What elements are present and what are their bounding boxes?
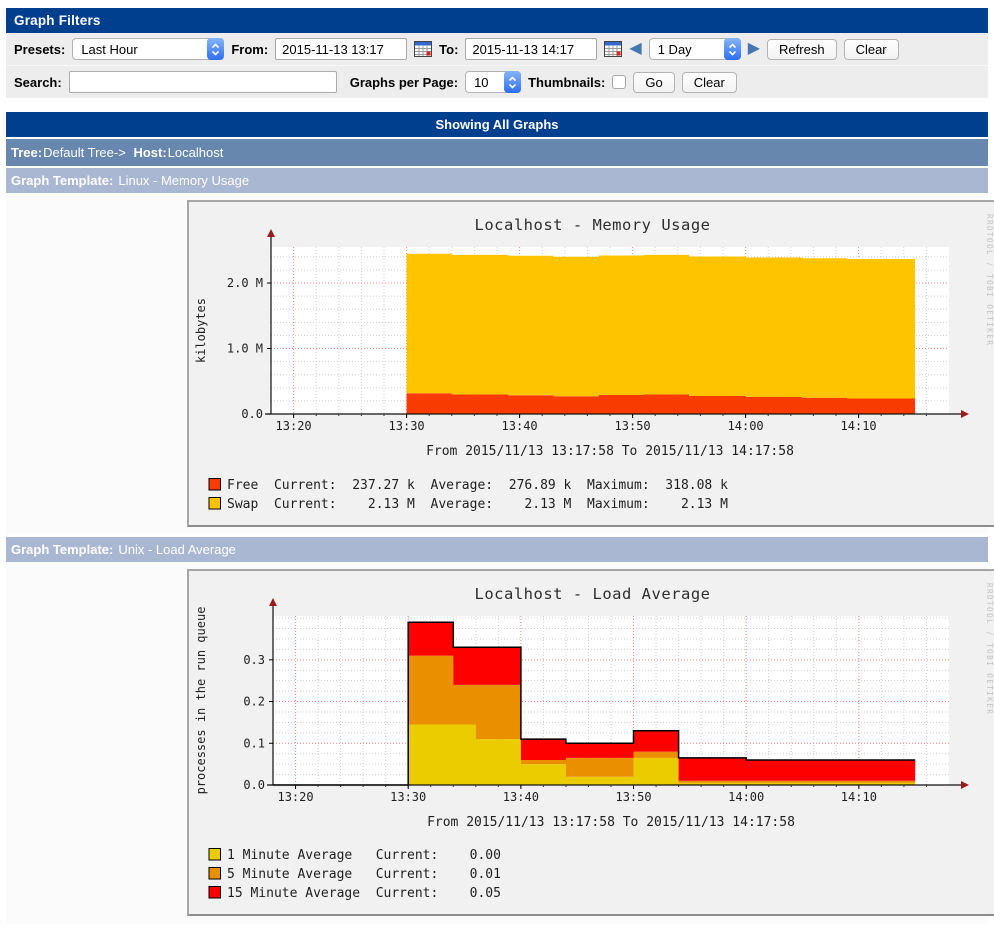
- load-average-chart: Localhost - Load Average processes in the…: [189, 571, 994, 914]
- svg-text:13:40: 13:40: [502, 419, 538, 433]
- svg-text:13:50: 13:50: [615, 790, 651, 804]
- shift-back-arrow-icon[interactable]: ◀: [629, 41, 641, 57]
- showing-all-graphs-header: Showing All Graphs: [6, 112, 988, 137]
- from-date-input[interactable]: [275, 38, 407, 60]
- svg-text:RRDTOOL / TOBI OETIKER: RRDTOOL / TOBI OETIKER: [985, 214, 994, 346]
- shift-select[interactable]: 1 Day: [649, 38, 741, 60]
- graph-template-value: Linux - Memory Usage: [118, 173, 249, 188]
- graph-template-header-load: Graph Template: Unix - Load Average: [6, 537, 988, 562]
- svg-text:13:20: 13:20: [277, 790, 313, 804]
- svg-text:13:40: 13:40: [503, 790, 539, 804]
- svg-text:2.0 M: 2.0 M: [227, 276, 263, 290]
- graph-filters-panel: Graph Filters Presets: Last Hour From: T…: [6, 8, 988, 98]
- svg-text:From 2015/11/13 13:17:58 To 20: From 2015/11/13 13:17:58 To 2015/11/13 1…: [426, 444, 794, 459]
- svg-text:1 Minute Average Current:: 1 Minute Average Current: 0.00: [227, 848, 501, 863]
- svg-text:13:30: 13:30: [389, 419, 425, 433]
- graph-section-memory: Localhost - Memory Usage kilobytes 13:20 13…: [6, 193, 988, 535]
- svg-text:15 Minute Average Current:: 15 Minute Average Current: 0.05: [227, 886, 501, 901]
- svg-text:1.0 M: 1.0 M: [227, 342, 263, 356]
- svg-text:14:10: 14:10: [841, 419, 877, 433]
- clear-button-row1[interactable]: Clear: [844, 39, 899, 60]
- graph-section-load: Localhost - Load Average processes in the…: [6, 562, 988, 924]
- from-calendar-icon[interactable]: [414, 41, 432, 57]
- presets-label: Presets:: [14, 42, 65, 57]
- svg-text:5 Minute Average Current:: 5 Minute Average Current: 0.01: [227, 867, 501, 882]
- thumbnails-checkbox[interactable]: [612, 75, 626, 89]
- graphs-per-page-select[interactable]: 10: [465, 71, 521, 93]
- svg-text:kilobytes: kilobytes: [194, 298, 208, 363]
- presets-select-value: Last Hour: [73, 42, 145, 57]
- filter-rows: Presets: Last Hour From: To:: [6, 33, 988, 98]
- graph-template-header-memory: Graph Template: Linux - Memory Usage: [6, 168, 988, 193]
- load-average-graph[interactable]: Localhost - Load Average processes in the…: [187, 569, 994, 916]
- to-date-input[interactable]: [465, 38, 597, 60]
- svg-text:13:30: 13:30: [390, 790, 426, 804]
- memory-usage-chart: Localhost - Memory Usage kilobytes 13:20 13…: [189, 202, 994, 525]
- svg-text:0.2: 0.2: [243, 695, 265, 709]
- filter-row-time: Presets: Last Hour From: To:: [6, 33, 988, 65]
- svg-text:0.1: 0.1: [243, 736, 265, 750]
- svg-text:14:00: 14:00: [728, 419, 764, 433]
- svg-text:0.0: 0.0: [243, 778, 265, 792]
- shift-select-value: 1 Day: [650, 42, 700, 57]
- graph-template-label: Graph Template:: [11, 173, 113, 188]
- presets-select[interactable]: Last Hour: [72, 38, 224, 60]
- svg-text:14:00: 14:00: [728, 790, 764, 804]
- graph-template-value: Unix - Load Average: [118, 542, 236, 557]
- svg-text:RRDTOOL / TOBI OETIKER: RRDTOOL / TOBI OETIKER: [985, 583, 994, 715]
- graph-template-label: Graph Template:: [11, 542, 113, 557]
- clear-button-row2[interactable]: Clear: [682, 72, 737, 93]
- from-label: From:: [231, 42, 268, 57]
- memory-usage-graph[interactable]: Localhost - Memory Usage kilobytes 13:20 13…: [187, 200, 994, 527]
- search-input[interactable]: [69, 71, 337, 93]
- graphs-per-page-label: Graphs per Page:: [350, 75, 458, 90]
- to-label: To:: [439, 42, 458, 57]
- svg-text:processes in the run queue: processes in the run queue: [194, 607, 208, 795]
- tree-label: Tree:: [11, 145, 42, 160]
- svg-text:14:10: 14:10: [841, 790, 877, 804]
- select-stepper-icon: [724, 38, 741, 60]
- host-value[interactable]: Localhost: [168, 145, 224, 160]
- shift-forward-arrow-icon[interactable]: ▶: [748, 41, 760, 57]
- to-calendar-icon[interactable]: [604, 41, 622, 57]
- svg-text:13:50: 13:50: [615, 419, 651, 433]
- thumbnails-label: Thumbnails:: [528, 75, 605, 90]
- svg-text:Localhost - Load Average: Localhost - Load Average: [475, 585, 711, 603]
- svg-text:Swap Current: 2.13 M Aver: Swap Current: 2.13 M Average: 2.13 M Max…: [227, 497, 728, 512]
- graph-filters-header: Graph Filters: [6, 8, 988, 33]
- filter-row-search: Search: Graphs per Page: 10 Thumbnails: …: [6, 65, 988, 98]
- graphs-per-page-value: 10: [466, 75, 496, 90]
- select-stepper-icon: [504, 71, 521, 93]
- breadcrumb: Tree:Default Tree-> Host:Localhost: [6, 139, 988, 166]
- go-button[interactable]: Go: [633, 72, 674, 93]
- svg-text:Localhost - Memory Usage: Localhost - Memory Usage: [475, 216, 711, 234]
- host-label: Host:: [133, 145, 166, 160]
- svg-text:13:20: 13:20: [276, 419, 312, 433]
- svg-text:0.3: 0.3: [243, 653, 265, 667]
- page: Graph Filters Presets: Last Hour From: T…: [0, 0, 994, 936]
- refresh-button[interactable]: Refresh: [767, 39, 837, 60]
- svg-text:0.0: 0.0: [241, 407, 263, 421]
- select-stepper-icon: [207, 38, 224, 60]
- svg-text:From 2015/11/13 13:17:58 To 20: From 2015/11/13 13:17:58 To 2015/11/13 1…: [427, 815, 795, 830]
- tree-value[interactable]: Default Tree->: [43, 145, 126, 160]
- search-label: Search:: [14, 75, 62, 90]
- svg-text:Free Current: 237.27 k Aver: Free Current: 237.27 k Average: 276.89 k…: [227, 478, 728, 493]
